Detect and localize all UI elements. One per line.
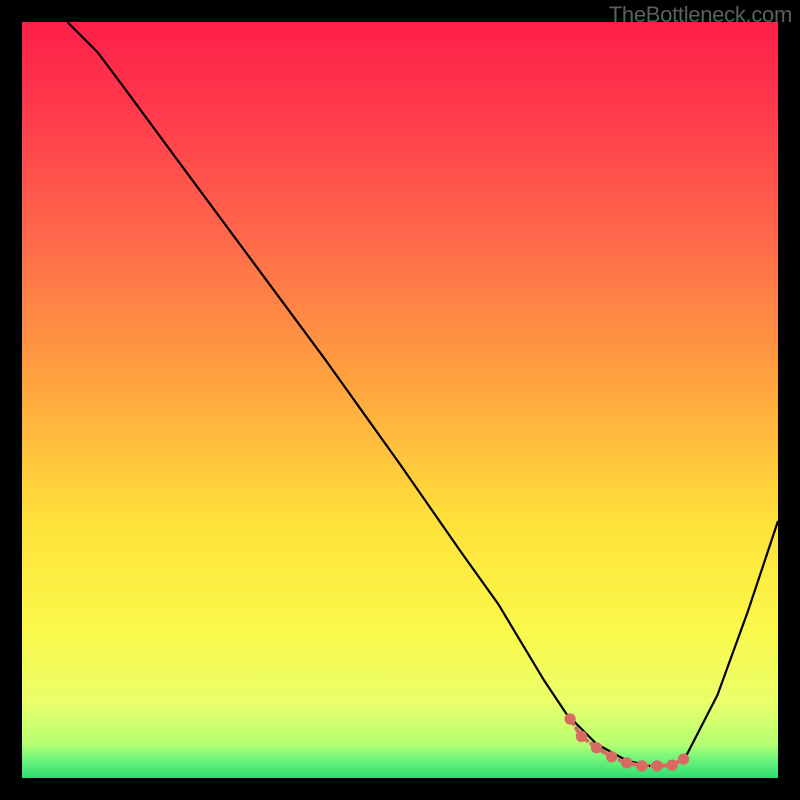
gradient-background — [22, 22, 778, 778]
watermark-text: TheBottleneck.com — [609, 2, 792, 28]
highlight-marker — [651, 760, 662, 771]
highlight-marker — [591, 742, 602, 753]
highlight-marker — [576, 731, 587, 742]
chart-svg — [22, 22, 778, 778]
highlight-marker — [636, 760, 647, 771]
plot-area — [22, 22, 778, 778]
highlight-marker — [606, 751, 617, 762]
chart-root: TheBottleneck.com — [0, 0, 800, 800]
highlight-marker — [621, 757, 632, 768]
highlight-marker — [564, 713, 575, 724]
highlight-marker — [678, 753, 689, 764]
highlight-marker — [666, 759, 677, 770]
